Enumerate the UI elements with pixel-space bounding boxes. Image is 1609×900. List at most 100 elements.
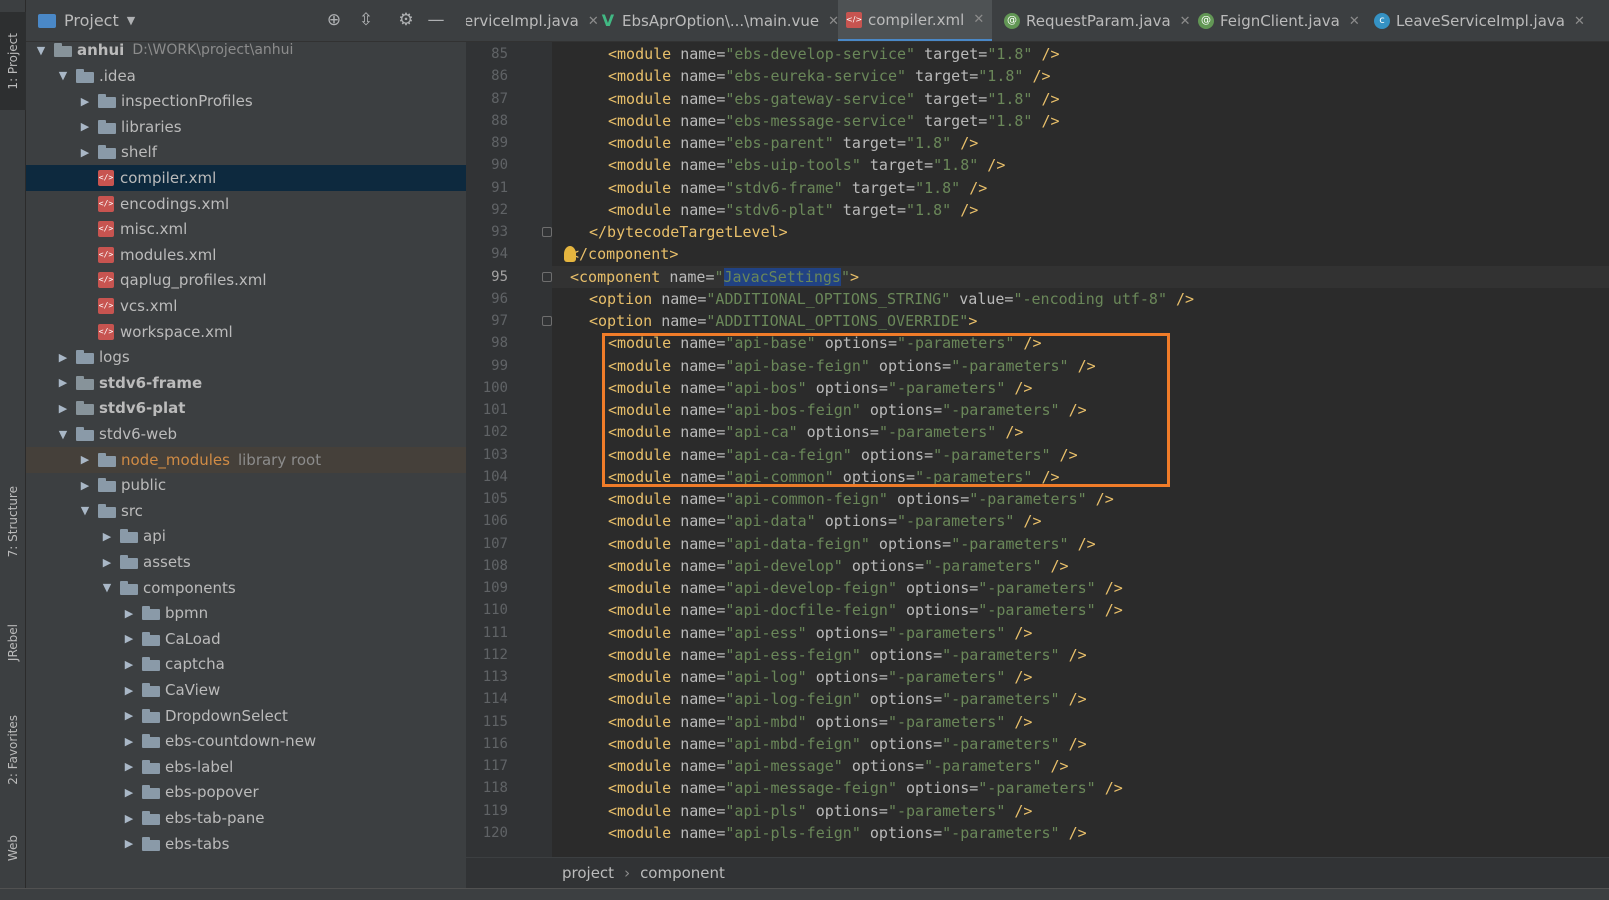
tree-item-path: D:\WORK\project\anhui — [132, 42, 294, 58]
tree-item[interactable]: </> modules.xml — [26, 242, 466, 268]
tree-item[interactable]: ▶ ebs-tabs — [26, 831, 466, 857]
collapsed-arrow-icon[interactable]: ▶ — [56, 376, 70, 389]
collapsed-arrow-icon[interactable]: ▶ — [122, 786, 136, 799]
expanded-arrow-icon[interactable]: ▼ — [100, 581, 114, 594]
collapsed-arrow-icon[interactable]: ▶ — [122, 735, 136, 748]
tree-item[interactable]: ▶ public — [26, 472, 466, 498]
tree-item[interactable]: ▼ components — [26, 575, 466, 601]
tree-item[interactable]: ▶ logs — [26, 344, 466, 370]
folder-icon — [142, 708, 160, 723]
collapsed-arrow-icon[interactable]: ▶ — [122, 812, 136, 825]
tree-item[interactable]: ▶ bpmn — [26, 600, 466, 626]
tree-item-label: assets — [143, 553, 191, 571]
tree-item[interactable]: ▶ CaLoad — [26, 626, 466, 652]
tree-item[interactable]: ▼ stdv6-web — [26, 421, 466, 447]
editor-tab[interactable]: @ FeignClient.java ✕ — [1190, 0, 1362, 41]
editor-tab[interactable]: </> compiler.xml ✕ — [838, 0, 992, 41]
collapse-all-icon[interactable]: ⇳ — [356, 10, 376, 30]
collapsed-arrow-icon[interactable]: ▶ — [78, 146, 92, 159]
structure-tool-tab[interactable]: 7: Structure — [0, 470, 26, 574]
tree-item[interactable]: ▶ ebs-tab-pane — [26, 805, 466, 831]
close-icon[interactable]: ✕ — [1349, 14, 1360, 29]
tree-item[interactable]: </> workspace.xml — [26, 319, 466, 345]
tree-item[interactable]: ▼ src — [26, 498, 466, 524]
collapsed-arrow-icon[interactable]: ▶ — [122, 607, 136, 620]
collapsed-arrow-icon[interactable]: ▶ — [122, 837, 136, 850]
expanded-arrow-icon[interactable]: ▼ — [56, 69, 70, 82]
tree-item[interactable]: </> misc.xml — [26, 216, 466, 242]
tree-item[interactable]: ▶ api — [26, 523, 466, 549]
tree-item[interactable]: </> compiler.xml — [26, 165, 466, 191]
code-line[interactable]: <component name="JavacSettings"> — [552, 265, 1609, 288]
fold-marker-icon[interactable] — [542, 316, 552, 326]
web-tool-tab[interactable]: Web — [0, 820, 26, 876]
collapsed-arrow-icon[interactable]: ▶ — [78, 479, 92, 492]
editor-tab[interactable]: V EbsAprOption\...\main.vue ✕ — [592, 0, 839, 41]
tree-item[interactable]: ▶ inspectionProfiles — [26, 88, 466, 114]
collapsed-arrow-icon[interactable]: ▶ — [100, 530, 114, 543]
tree-item-label: workspace.xml — [120, 322, 233, 341]
fold-marker-icon[interactable] — [542, 227, 552, 237]
tree-item[interactable]: ▶ shelf — [26, 139, 466, 165]
favorites-tool-tab-label: 2: Favorites — [6, 715, 20, 785]
module-folder-icon — [76, 401, 94, 416]
locate-icon[interactable]: ⊕ — [324, 10, 344, 30]
expanded-arrow-icon[interactable]: ▼ — [34, 44, 48, 57]
close-icon[interactable]: ✕ — [973, 12, 984, 27]
tree-item-label: bpmn — [165, 604, 209, 623]
collapsed-arrow-icon[interactable]: ▶ — [56, 351, 70, 364]
tree-item[interactable]: ▶ ebs-label — [26, 754, 466, 780]
tree-item[interactable]: ▶ DropdownSelect — [26, 703, 466, 729]
editor-tab[interactable]: erviceImpl.java ✕ — [466, 0, 599, 41]
collapsed-arrow-icon[interactable]: ▶ — [122, 684, 136, 697]
tree-item[interactable]: ▼ anhui D:\WORK\project\anhui — [26, 37, 466, 63]
editor-tab[interactable]: c LeaveServiceImpl.java ✕ — [1366, 0, 1585, 41]
expanded-arrow-icon[interactable]: ▼ — [56, 428, 70, 441]
collapsed-arrow-icon[interactable]: ▶ — [56, 402, 70, 415]
line-number: 93 — [491, 224, 508, 240]
intention-bulb-icon[interactable] — [564, 246, 576, 262]
collapsed-arrow-icon[interactable]: ▶ — [122, 632, 136, 645]
jrebel-tool-tab[interactable]: JRebel — [0, 612, 26, 674]
tree-item[interactable]: ▶ CaView — [26, 677, 466, 703]
collapsed-arrow-icon[interactable]: ▶ — [122, 760, 136, 773]
line-number: 116 — [482, 735, 508, 752]
tree-item[interactable]: ▶ stdv6-plat — [26, 395, 466, 421]
collapsed-arrow-icon[interactable]: ▶ — [78, 120, 92, 133]
editor-tab[interactable]: @ RequestParam.java ✕ — [996, 0, 1191, 41]
line-number: 117 — [482, 758, 508, 774]
collapsed-arrow-icon[interactable]: ▶ — [122, 658, 136, 671]
project-view-selector[interactable]: Project — [64, 11, 119, 30]
tree-item[interactable]: ▶ stdv6-frame — [26, 370, 466, 396]
fold-marker-icon[interactable] — [542, 271, 552, 282]
tree-item[interactable]: ▶ captcha — [26, 651, 466, 677]
tree-item[interactable]: ▼ .idea — [26, 63, 466, 89]
tree-item[interactable]: </> qaplug_profiles.xml — [26, 267, 466, 293]
project-tool-tab[interactable]: 1: Project — [0, 12, 26, 110]
close-icon[interactable]: ✕ — [1180, 14, 1191, 29]
tree-item[interactable]: </> encodings.xml — [26, 191, 466, 217]
collapsed-arrow-icon[interactable]: ▶ — [78, 453, 92, 466]
close-icon[interactable]: ✕ — [1574, 14, 1585, 29]
breadcrumb-project[interactable]: project — [562, 864, 614, 882]
favorites-tool-tab[interactable]: 2: Favorites — [0, 702, 26, 798]
collapsed-arrow-icon[interactable]: ▶ — [78, 95, 92, 108]
line-number: 101 — [482, 402, 508, 418]
expanded-arrow-icon[interactable]: ▼ — [78, 504, 92, 517]
collapsed-arrow-icon[interactable]: ▶ — [100, 556, 114, 569]
xml-file-icon: </> — [98, 323, 114, 340]
gear-icon[interactable]: ⚙ — [396, 10, 416, 30]
tree-item[interactable]: ▶ ebs-countdown-new — [26, 728, 466, 754]
tree-item[interactable]: </> vcs.xml — [26, 293, 466, 319]
hide-icon[interactable]: — — [426, 10, 446, 30]
collapsed-arrow-icon[interactable]: ▶ — [122, 709, 136, 722]
tree-item-label: DropdownSelect — [165, 706, 288, 725]
tree-item[interactable]: ▶ ebs-popover — [26, 779, 466, 805]
line-number: 85 — [491, 46, 508, 62]
tree-item[interactable]: ▶ libraries — [26, 114, 466, 140]
chevron-down-icon[interactable]: ▼ — [127, 14, 135, 27]
tree-item[interactable]: ▶ assets — [26, 549, 466, 575]
tree-item[interactable]: ▶ node_modules library root — [26, 446, 466, 473]
vue-icon: V — [601, 11, 615, 30]
breadcrumb-component[interactable]: component — [640, 864, 725, 882]
